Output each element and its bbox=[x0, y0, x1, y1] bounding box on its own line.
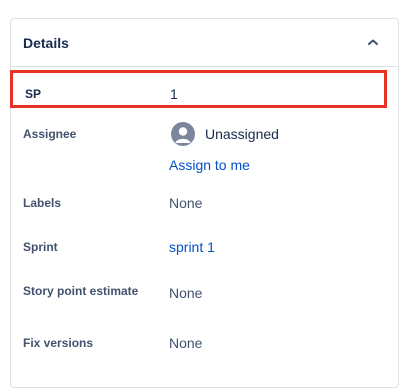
details-header[interactable]: Details bbox=[11, 19, 398, 67]
fix-versions-value[interactable]: None bbox=[169, 335, 202, 351]
labels-value[interactable]: None bbox=[169, 195, 202, 211]
fix-versions-label: Fix versions bbox=[23, 336, 94, 350]
sp-field-highlight[interactable]: SP 1 bbox=[10, 70, 387, 108]
sprint-label: Sprint bbox=[23, 240, 58, 254]
sp-label: SP bbox=[25, 87, 42, 101]
chevron-up-icon[interactable] bbox=[364, 33, 382, 51]
labels-label: Labels bbox=[23, 196, 62, 210]
assign-to-me-link[interactable]: Assign to me bbox=[169, 157, 250, 173]
assignee-label: Assignee bbox=[23, 127, 77, 141]
story-point-value[interactable]: None bbox=[169, 285, 202, 301]
user-avatar-icon bbox=[171, 122, 195, 146]
sprint-link[interactable]: sprint 1 bbox=[169, 239, 215, 255]
story-point-label: Story point estimate bbox=[23, 284, 139, 298]
sp-value[interactable]: 1 bbox=[170, 86, 178, 102]
details-title: Details bbox=[23, 35, 69, 51]
assignee-value[interactable]: Unassigned bbox=[205, 126, 279, 142]
details-panel: Details SP 1 Assignee Unassigned Assign … bbox=[10, 18, 399, 388]
